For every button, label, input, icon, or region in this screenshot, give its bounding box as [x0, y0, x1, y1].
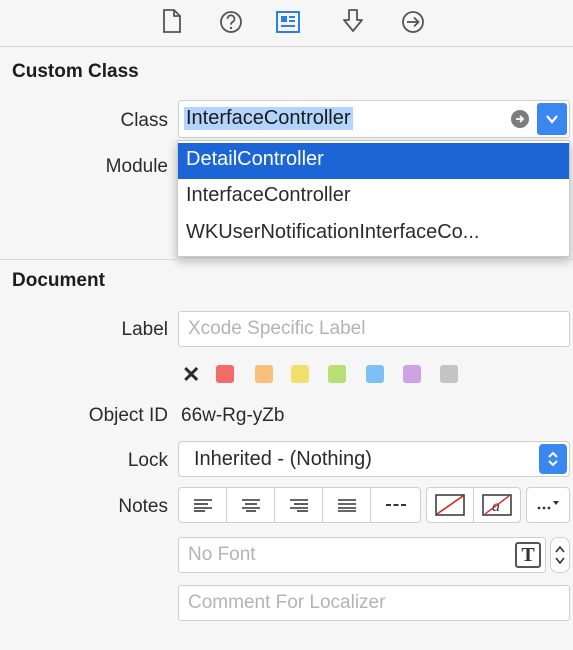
dropdown-option-detail-controller[interactable]: DetailController: [178, 143, 569, 179]
dropdown-option-interface-controller[interactable]: InterfaceController: [178, 179, 569, 215]
xcode-label-field[interactable]: Xcode Specific Label: [178, 311, 570, 347]
natural-alignment-icon[interactable]: [370, 487, 421, 523]
inspector-toolbar: [0, 0, 573, 47]
color-label-green[interactable]: [328, 365, 346, 383]
lock-value: Inherited - (Nothing): [194, 448, 372, 470]
class-dropdown-list: DetailController InterfaceController WKU…: [177, 140, 570, 257]
color-label-red[interactable]: [216, 365, 234, 383]
color-label-yellow[interactable]: [291, 365, 309, 383]
comment-placeholder: Comment For Localizer: [188, 592, 386, 613]
document-title: Document: [12, 270, 105, 291]
font-field[interactable]: No Font T: [178, 537, 546, 573]
file-inspector-icon[interactable]: [156, 6, 186, 36]
object-id-value: 66w-Rg-yZb: [181, 405, 285, 426]
section-divider: [0, 259, 573, 260]
custom-class-title: Custom Class: [12, 61, 139, 82]
class-value[interactable]: InterfaceController: [184, 107, 353, 130]
xcode-label-placeholder: Xcode Specific Label: [188, 318, 366, 339]
clear-color-label-icon[interactable]: ✕: [182, 362, 200, 388]
font-size-stepper-icon[interactable]: [550, 537, 570, 573]
color-label-blue[interactable]: [366, 365, 384, 383]
up-down-chevron-icon[interactable]: [539, 444, 567, 474]
color-label-purple[interactable]: [403, 365, 421, 383]
class-dropdown-button[interactable]: [537, 103, 567, 135]
attributes-inspector-icon[interactable]: [338, 6, 368, 36]
label-field-label: Label: [121, 319, 169, 340]
lock-popup-button[interactable]: Inherited - (Nothing): [178, 441, 570, 477]
notes-label: Notes: [118, 496, 168, 517]
color-label-gray[interactable]: [440, 365, 458, 383]
lock-label: Lock: [127, 450, 168, 471]
comment-for-localizer-field[interactable]: Comment For Localizer: [178, 585, 570, 621]
dropdown-option-user-notification-controller[interactable]: WKUserNotificationInterfaceCo...: [178, 216, 569, 252]
text-background-color-icon[interactable]: a: [473, 487, 521, 523]
more-options-icon[interactable]: [526, 487, 570, 523]
notes-format-bar: a: [178, 487, 570, 523]
no-color-swatch-icon[interactable]: [426, 487, 474, 523]
identity-inspector-icon[interactable]: [273, 6, 303, 36]
font-picker-icon[interactable]: T: [515, 542, 541, 568]
connections-inspector-icon[interactable]: [398, 6, 428, 36]
class-label: Class: [120, 110, 168, 131]
align-right-icon[interactable]: [274, 487, 323, 523]
align-center-icon[interactable]: [226, 487, 275, 523]
go-to-class-icon[interactable]: [511, 110, 529, 128]
font-placeholder: No Font: [188, 544, 256, 565]
align-left-icon[interactable]: [178, 487, 227, 523]
module-label: Module: [105, 156, 168, 177]
chevron-down-icon: [546, 115, 558, 124]
class-combo-box[interactable]: InterfaceController: [178, 100, 570, 138]
justify-icon[interactable]: [322, 487, 371, 523]
color-label-orange[interactable]: [255, 365, 273, 383]
quick-help-icon[interactable]: [216, 6, 246, 36]
object-id-label: Object ID: [88, 405, 168, 426]
